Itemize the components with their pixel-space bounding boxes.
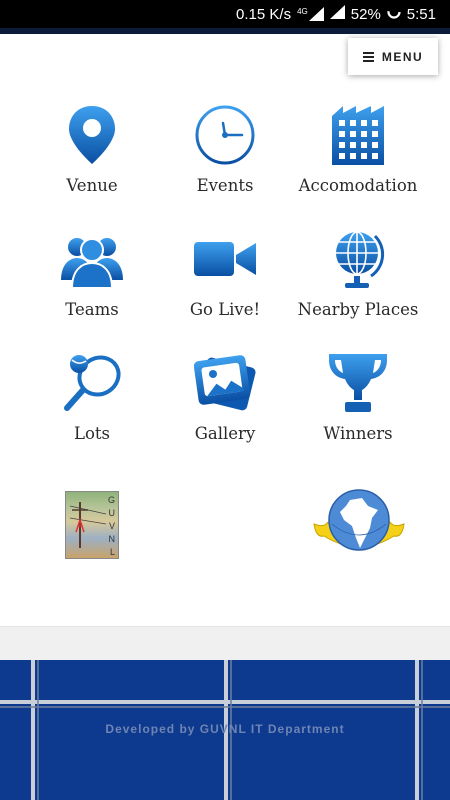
photos-icon xyxy=(194,355,256,411)
footer: Developed by GUVNL IT Department xyxy=(0,660,450,800)
guvnl-logo: GUVNL xyxy=(65,491,119,559)
tile-go-live[interactable]: Go Live! xyxy=(150,228,300,338)
battery-icon xyxy=(387,5,401,23)
aiesc-logo xyxy=(313,489,405,551)
signal-icon: 4G xyxy=(297,7,324,21)
tile-accomodation[interactable]: Accomodation xyxy=(283,104,433,214)
status-bar: 0.15 K/s 4G 52% 5:51 xyxy=(0,0,450,28)
menu-label: MENU xyxy=(381,49,424,64)
tile-label-go-live: Go Live! xyxy=(189,300,261,319)
tile-gallery[interactable]: Gallery xyxy=(150,352,300,462)
clock-icon xyxy=(195,105,255,165)
tile-label-venue: Venue xyxy=(66,176,118,195)
tile-nearby-places[interactable]: Nearby Places xyxy=(283,228,433,338)
tile-label-lots: Lots xyxy=(74,424,110,443)
net-speed: 0.15 K/s xyxy=(236,5,292,23)
tile-lots[interactable]: Lots xyxy=(17,352,167,462)
globe-icon xyxy=(336,231,385,288)
video-camera-icon xyxy=(194,242,256,276)
tile-teams[interactable]: Teams xyxy=(17,228,167,338)
footer-divider xyxy=(0,626,450,660)
tile-label-teams: Teams xyxy=(65,300,119,319)
clock-time: 5:51 xyxy=(406,5,436,23)
hamburger-icon xyxy=(362,52,374,62)
tennis-racket-icon xyxy=(64,355,121,411)
footer-credit: Developed by GUVNL IT Department xyxy=(105,722,345,736)
tile-label-accomodation: Accomodation xyxy=(298,176,418,195)
map-pin-icon xyxy=(69,106,115,164)
battery-level: 52% xyxy=(350,5,381,23)
signal-icon-2 xyxy=(329,5,345,23)
building-icon xyxy=(332,106,384,165)
tile-label-gallery: Gallery xyxy=(194,424,256,443)
network-type: 4G xyxy=(297,7,308,16)
people-icon xyxy=(61,238,123,289)
menu-button[interactable]: MENU xyxy=(348,38,438,75)
trophy-icon xyxy=(329,354,387,412)
tile-events[interactable]: Events xyxy=(150,104,300,214)
tile-label-events: Events xyxy=(196,176,254,195)
tile-label-nearby-places: Nearby Places xyxy=(297,300,419,319)
header-accent-line xyxy=(0,28,450,34)
tile-winners[interactable]: Winners xyxy=(283,352,433,462)
tile-label-winners: Winners xyxy=(323,424,393,443)
tile-venue[interactable]: Venue xyxy=(17,104,167,214)
